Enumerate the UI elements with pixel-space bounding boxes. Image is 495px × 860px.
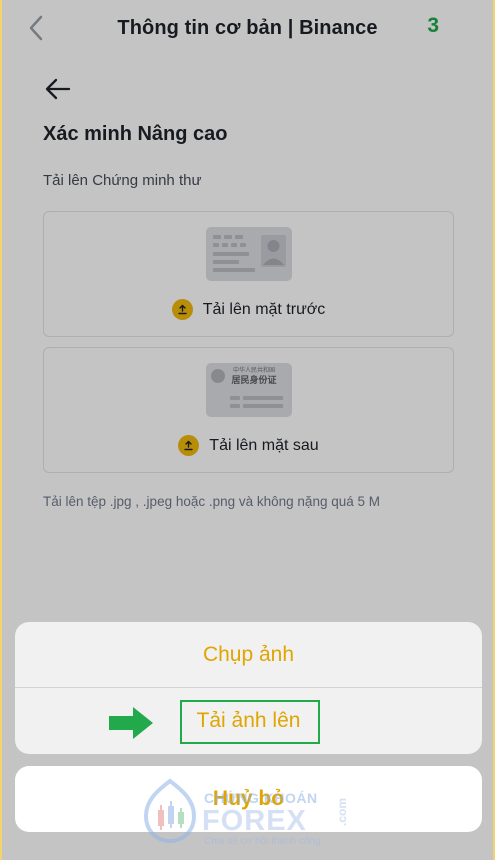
green-arrow-annotation: [109, 707, 153, 739]
highlight-annotation-box: [180, 700, 320, 744]
cancel-button[interactable]: Huỷ bỏ: [15, 766, 482, 832]
app-screen: Thông tin cơ bản | Binance 3 Xác minh Nâ…: [0, 0, 495, 860]
cancel-label: Huỷ bỏ: [212, 787, 285, 810]
take-photo-option[interactable]: Chụp ảnh: [15, 622, 482, 688]
